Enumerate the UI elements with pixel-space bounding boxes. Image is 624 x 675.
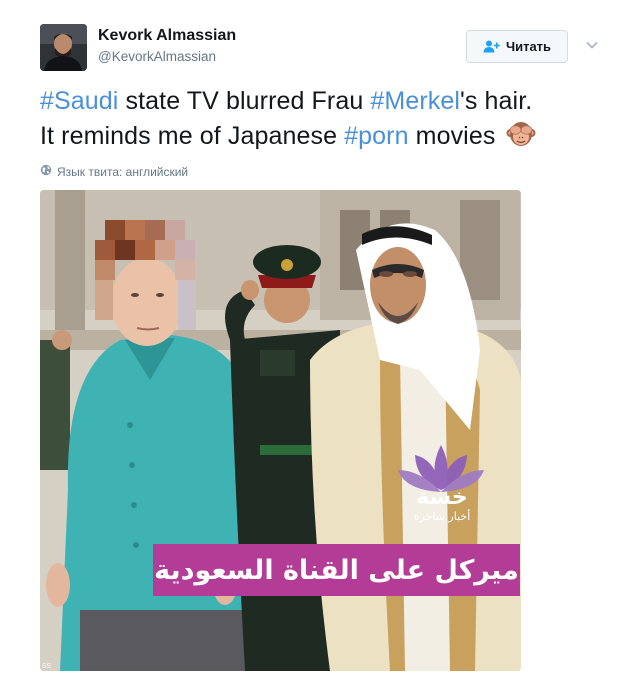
tweet-text-part1: state TV blurred Frau [118, 87, 371, 115]
tweet-text: #Saudi state TV blurred Frau #Merkel's h… [40, 84, 600, 154]
photo-caption-text: ميركل على القناة السعودية [154, 554, 519, 586]
add-user-icon [483, 40, 500, 53]
hashtag-porn[interactable]: #porn [344, 122, 408, 150]
globe-icon [40, 164, 52, 179]
photo-caption-bar: ميركل على القناة السعودية [153, 544, 520, 596]
tweet-language-note: Язык твита: английский [40, 164, 188, 179]
author-handle[interactable]: @KevorkAlmassian [98, 49, 216, 64]
hashtag-saudi[interactable]: #Saudi [40, 87, 118, 115]
photo-scene [40, 190, 521, 671]
author-avatar[interactable] [40, 24, 87, 71]
hashtag-merkel[interactable]: #Merkel [370, 87, 460, 115]
avatar-image [40, 24, 87, 71]
tweet-language-label: Язык твита: английский [57, 164, 189, 179]
tweet-text-part4: movies [408, 122, 496, 150]
author-name[interactable]: Kevork Almassian [98, 27, 236, 45]
tweet-text-part3: It reminds me of Japanese [40, 122, 345, 150]
tweet-text-part2: 's hair. [460, 87, 533, 115]
follow-button-label: Читать [505, 39, 552, 54]
tweet-photo[interactable]: خسة أخبار ساخرة ميركل على القناة السعودي… [40, 190, 521, 671]
channel-logo-sub: أخبار ساخرة [413, 510, 471, 523]
see-no-evil-monkey-emoji [506, 119, 536, 149]
channel-logo-text: خسة أخبار ساخرة [397, 486, 487, 524]
channel-logo-main: خسة [416, 485, 468, 510]
photo-watermark: ss [42, 660, 51, 670]
follow-button[interactable]: Читать [466, 30, 568, 63]
chevron-down-icon[interactable] [585, 38, 599, 52]
